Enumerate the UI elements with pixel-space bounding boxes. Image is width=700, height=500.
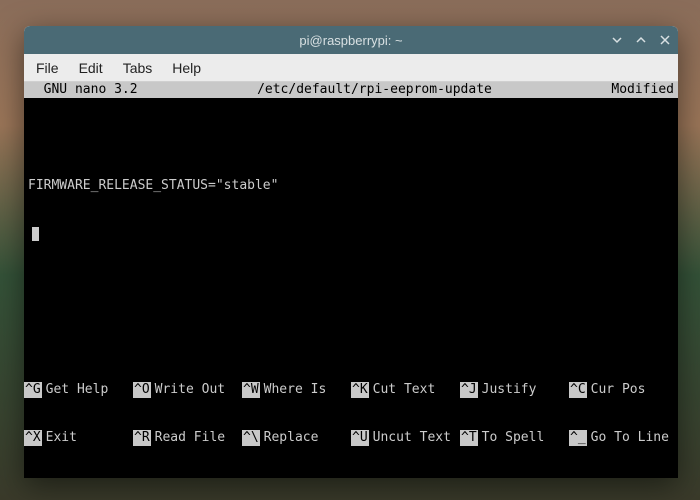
nano-footer: ^GGet Help ^OWrite Out ^WWhere Is ^KCut … (24, 350, 678, 478)
terminal-area[interactable]: GNU nano 3.2 /etc/default/rpi-eeprom-upd… (24, 82, 678, 478)
shortcut-get-help: ^GGet Help (24, 382, 133, 398)
chevron-down-icon (612, 35, 622, 45)
shortcut-label: Uncut Text (373, 430, 451, 446)
shortcut-key: ^G (24, 382, 42, 398)
nano-app-name: GNU nano 3.2 (24, 82, 138, 98)
shortcut-key: ^U (351, 430, 369, 446)
shortcut-label: Go To Line (591, 430, 669, 446)
shortcut-key: ^O (133, 382, 151, 398)
minimize-button[interactable] (610, 33, 624, 47)
nano-editor-body[interactable]: FIRMWARE_RELEASE_STATUS="stable" (24, 98, 678, 350)
menubar: File Edit Tabs Help (24, 54, 678, 82)
shortcut-key: ^K (351, 382, 369, 398)
nano-modified-status: Modified (611, 82, 678, 98)
titlebar: pi@raspberrypi: ~ (24, 26, 678, 54)
maximize-button[interactable] (634, 33, 648, 47)
shortcut-label: Where Is (264, 382, 327, 398)
window-title: pi@raspberrypi: ~ (299, 33, 402, 48)
nano-file-path: /etc/default/rpi-eeprom-update (138, 82, 612, 98)
window-controls (610, 33, 672, 47)
shortcut-to-spell: ^TTo Spell (460, 430, 569, 446)
shortcut-label: Exit (46, 430, 77, 446)
shortcut-uncut-text: ^UUncut Text (351, 430, 460, 446)
menu-edit[interactable]: Edit (79, 60, 103, 76)
nano-header: GNU nano 3.2 /etc/default/rpi-eeprom-upd… (24, 82, 678, 98)
shortcut-label: To Spell (482, 430, 545, 446)
shortcut-replace: ^\Replace (242, 430, 351, 446)
menu-tabs[interactable]: Tabs (123, 60, 153, 76)
nano-footer-row: ^GGet Help ^OWrite Out ^WWhere Is ^KCut … (24, 382, 678, 398)
close-icon (660, 35, 670, 45)
shortcut-label: Write Out (155, 382, 225, 398)
cursor-icon (32, 227, 39, 241)
shortcut-key: ^T (460, 430, 478, 446)
shortcut-label: Cut Text (373, 382, 436, 398)
shortcut-label: Justify (482, 382, 537, 398)
shortcut-cur-pos: ^CCur Pos (569, 382, 678, 398)
menu-help[interactable]: Help (172, 60, 201, 76)
close-button[interactable] (658, 33, 672, 47)
shortcut-key: ^\ (242, 430, 260, 446)
nano-footer-row: ^XExit ^RRead File ^\Replace ^UUncut Tex… (24, 430, 678, 446)
shortcut-key: ^X (24, 430, 42, 446)
shortcut-where-is: ^WWhere Is (242, 382, 351, 398)
shortcut-exit: ^XExit (24, 430, 133, 446)
shortcut-label: Read File (155, 430, 225, 446)
shortcut-key: ^_ (569, 430, 587, 446)
editor-line: FIRMWARE_RELEASE_STATUS="stable" (24, 178, 678, 194)
shortcut-key: ^C (569, 382, 587, 398)
shortcut-write-out: ^OWrite Out (133, 382, 242, 398)
terminal-window: pi@raspberrypi: ~ File Edit Tabs Help GN… (24, 26, 678, 478)
shortcut-key: ^R (133, 430, 151, 446)
shortcut-key: ^J (460, 382, 478, 398)
editor-line (24, 226, 678, 242)
shortcut-go-to-line: ^_Go To Line (569, 430, 678, 446)
shortcut-key: ^W (242, 382, 260, 398)
shortcut-cut-text: ^KCut Text (351, 382, 460, 398)
shortcut-justify: ^JJustify (460, 382, 569, 398)
shortcut-label: Cur Pos (591, 382, 646, 398)
menu-file[interactable]: File (36, 60, 59, 76)
shortcut-label: Get Help (46, 382, 109, 398)
shortcut-label: Replace (264, 430, 319, 446)
chevron-up-icon (636, 35, 646, 45)
shortcut-read-file: ^RRead File (133, 430, 242, 446)
